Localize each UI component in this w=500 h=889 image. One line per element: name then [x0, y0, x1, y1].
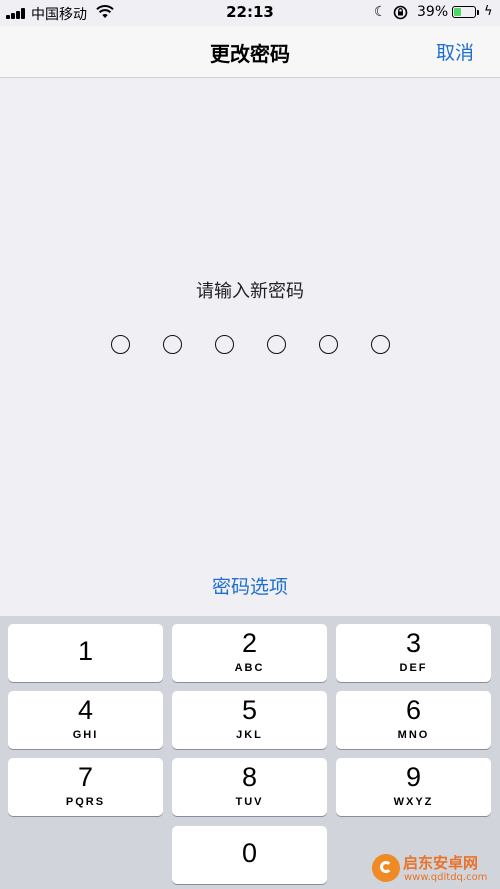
watermark-title: 启东安卓网	[403, 854, 479, 872]
key-letters: TUV	[235, 796, 264, 808]
key-letters: GHI	[72, 729, 99, 741]
moon-icon: ☾	[374, 4, 387, 20]
battery-fill	[454, 8, 462, 16]
key-digit: 4	[77, 695, 94, 725]
page-title: 更改密码	[210, 42, 290, 66]
key-1[interactable]: 1	[8, 624, 163, 682]
watermark: 启东安卓网 www.qdltdq.com	[358, 848, 500, 889]
key-digit: 0	[241, 838, 258, 868]
passcode-dot	[370, 335, 390, 354]
key-digit: 1	[77, 636, 94, 666]
status-bar: 中国移动 22:13 ☾ 39% ϟ	[0, 0, 500, 26]
key-letters: ABC	[234, 662, 265, 674]
key-digit: 5	[241, 695, 258, 725]
key-9[interactable]: 9 WXYZ	[336, 758, 491, 816]
key-letters: MNO	[397, 729, 430, 741]
battery-icon	[452, 6, 476, 18]
key-2[interactable]: 2 ABC	[172, 624, 327, 682]
passcode-dot	[318, 335, 338, 354]
key-letters: WXYZ	[393, 796, 434, 808]
key-digit: 6	[405, 695, 422, 725]
passcode-dot	[162, 335, 182, 354]
passcode-dot	[266, 335, 286, 354]
passcode-options-link[interactable]: 密码选项	[0, 572, 500, 599]
key-8[interactable]: 8 TUV	[172, 758, 327, 816]
battery-nub	[477, 10, 479, 15]
key-4[interactable]: 4 GHI	[8, 691, 163, 749]
passcode-prompt: 请输入新密码	[196, 281, 304, 302]
battery-percent: 39%	[417, 4, 449, 20]
key-3[interactable]: 3 DEF	[336, 624, 491, 682]
key-digit: 7	[77, 762, 94, 792]
key-digit: 9	[405, 762, 422, 792]
cancel-button[interactable]: 取消	[436, 38, 474, 65]
key-letters: PQRS	[65, 796, 106, 808]
charging-icon: ϟ	[484, 4, 493, 19]
key-letters: DEF	[399, 662, 428, 674]
key-digit: 3	[405, 628, 422, 658]
key-digit: 8	[241, 762, 258, 792]
passcode-dot	[110, 335, 130, 354]
rotation-lock-icon	[393, 5, 408, 20]
passcode-dot	[214, 335, 234, 354]
key-0[interactable]: 0	[172, 826, 327, 884]
watermark-url: www.qdltdq.com	[404, 872, 488, 883]
key-5[interactable]: 5 JKL	[172, 691, 327, 749]
watermark-logo-icon	[372, 854, 400, 882]
key-6[interactable]: 6 MNO	[336, 691, 491, 749]
key-letters: JKL	[236, 729, 263, 741]
navigation-bar: 更改密码 取消	[0, 26, 500, 78]
key-digit: 2	[241, 628, 258, 658]
key-7[interactable]: 7 PQRS	[8, 758, 163, 816]
